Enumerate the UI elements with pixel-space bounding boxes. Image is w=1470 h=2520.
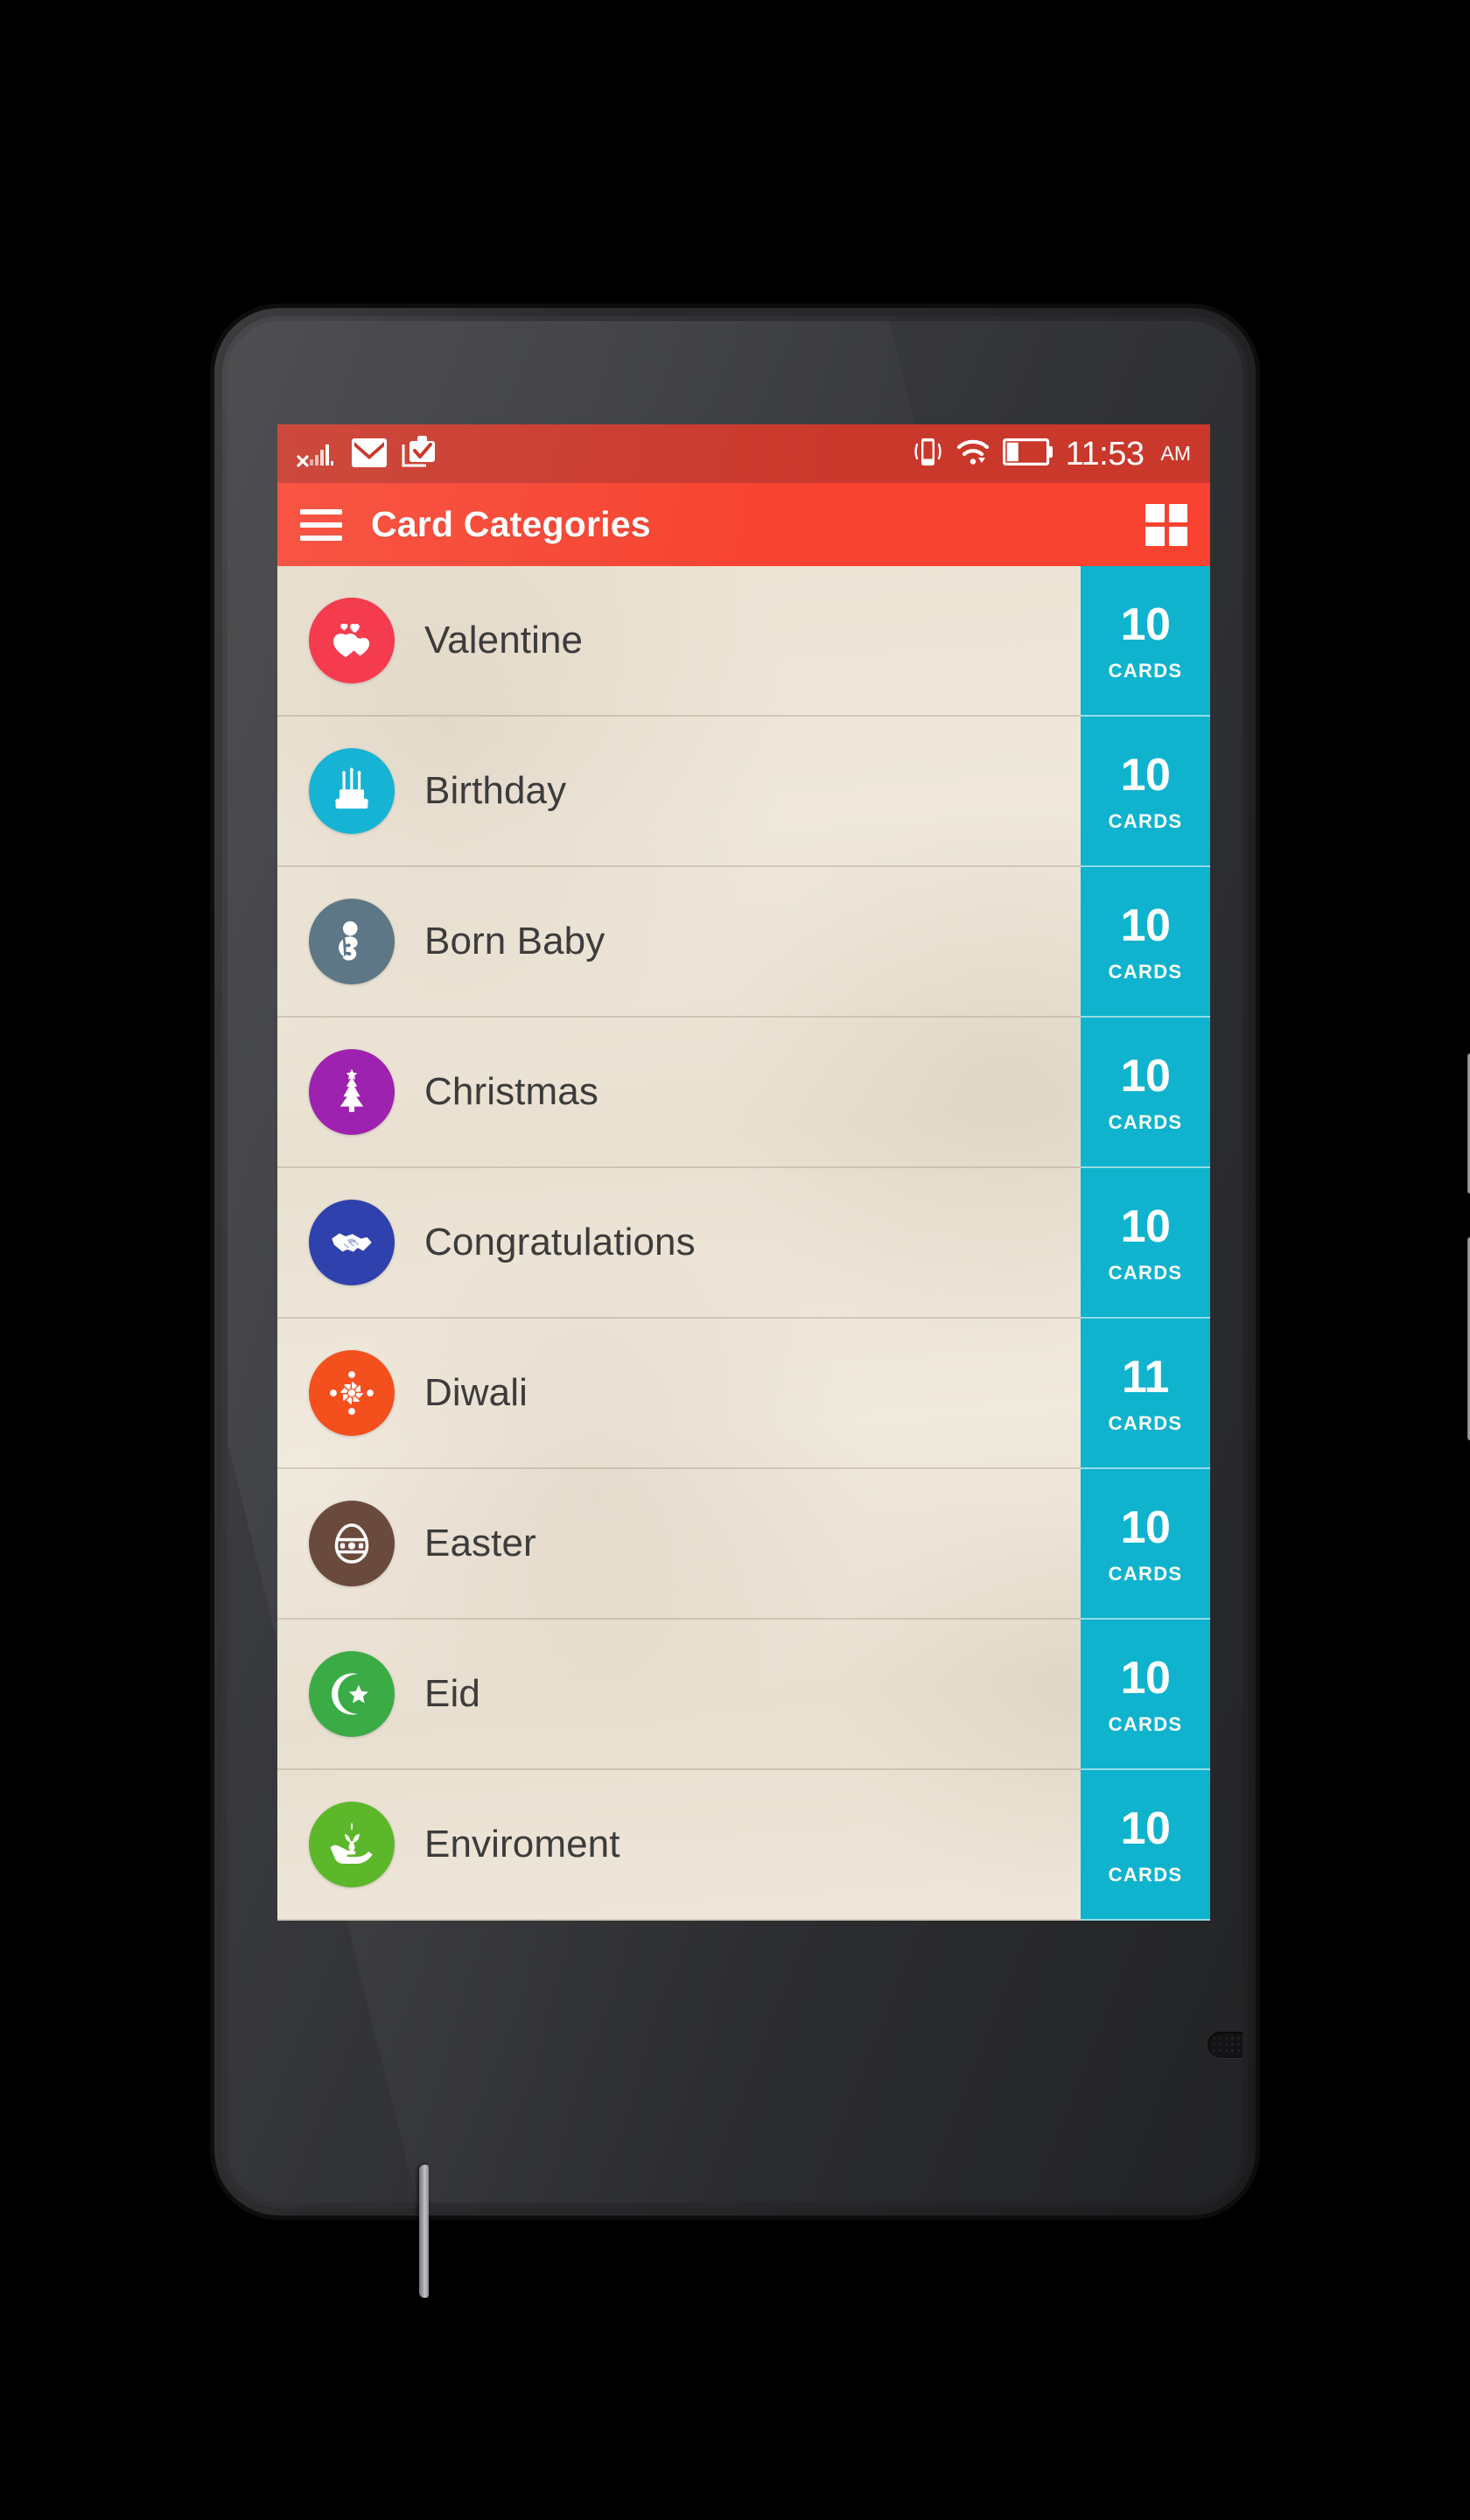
left-side-button[interactable] [419, 2165, 429, 2298]
list-item[interactable]: Valentine 10 CARDS [277, 566, 1210, 717]
card-count-unit: CARDS [1108, 1713, 1183, 1735]
card-count-value: 10 [1120, 1653, 1171, 1704]
card-count-badge: 10 CARDS [1081, 867, 1210, 1018]
list-item[interactable]: Born Baby 10 CARDS [277, 867, 1210, 1018]
card-count-unit: CARDS [1108, 961, 1183, 983]
list-item-main: Enviroment [277, 1770, 1081, 1919]
screenshot-root: 11:53 AM Card Categories Valentine 10 CA… [0, 0, 1470, 2520]
list-item-main: Birthday [277, 717, 1081, 865]
category-label: Easter [424, 1522, 536, 1564]
category-label: Birthday [424, 769, 567, 812]
handshake-icon [309, 1200, 395, 1285]
list-item-main: Congratulations [277, 1168, 1081, 1317]
status-bar-right-icons: 11:53 AM [912, 435, 1191, 472]
category-label: Diwali [424, 1371, 528, 1414]
list-item[interactable]: Easter 10 CARDS [277, 1469, 1210, 1620]
card-count-value: 10 [1120, 900, 1171, 951]
card-count-unit: CARDS [1108, 1563, 1183, 1585]
phone-device: 11:53 AM Card Categories Valentine 10 CA… [214, 308, 1470, 2298]
card-count-badge: 10 CARDS [1081, 717, 1210, 867]
grid-view-icon[interactable] [1145, 503, 1187, 546]
list-item-main: Valentine [277, 566, 1081, 715]
card-count-unit: CARDS [1108, 1864, 1183, 1886]
grid-cell [1145, 503, 1165, 522]
christmas-tree-icon [309, 1049, 395, 1135]
category-list: Valentine 10 CARDS Birthday 10 CARDS Born Baby… [277, 566, 1210, 1921]
card-count-value: 10 [1120, 1201, 1171, 1252]
card-count-badge: 10 CARDS [1081, 1018, 1210, 1168]
card-count-badge: 10 CARDS [1081, 1620, 1210, 1770]
baby-icon [309, 899, 395, 984]
hamburger-bar [300, 535, 342, 541]
clipboard-check-icon [402, 436, 437, 472]
card-count-unit: CARDS [1108, 660, 1183, 682]
card-count-value: 10 [1120, 599, 1171, 650]
vibrate-icon [912, 435, 943, 472]
card-count-badge: 10 CARDS [1081, 566, 1210, 717]
list-item[interactable]: Diwali 11 CARDS [277, 1319, 1210, 1469]
easter-egg-icon [309, 1501, 395, 1586]
no-sim-signal-icon [297, 436, 337, 472]
page-title: Card Categories [371, 504, 651, 544]
card-count-value: 10 [1120, 1803, 1171, 1854]
rangoli-icon [309, 1350, 395, 1436]
card-count-unit: CARDS [1108, 1111, 1183, 1133]
list-item-main: Born Baby [277, 867, 1081, 1016]
grid-cell [1145, 527, 1165, 546]
category-list-container[interactable]: Valentine 10 CARDS Birthday 10 CARDS Born Baby… [277, 566, 1210, 1921]
card-count-badge: 10 CARDS [1081, 1770, 1210, 1921]
grid-cell [1168, 527, 1187, 546]
list-item[interactable]: Christmas 10 CARDS [277, 1018, 1210, 1168]
list-item[interactable]: Congratulations 10 CARDS [277, 1168, 1210, 1319]
phone-bezel: 11:53 AM Card Categories Valentine 10 CA… [222, 316, 1248, 2208]
category-label: Eid [424, 1672, 480, 1715]
wifi-icon [956, 438, 990, 471]
card-count-value: 10 [1120, 1051, 1171, 1102]
battery-icon [1002, 438, 1054, 470]
crescent-star-icon [309, 1651, 395, 1737]
list-item-main: Christmas [277, 1018, 1081, 1166]
card-count-badge: 10 CARDS [1081, 1168, 1210, 1319]
category-label: Born Baby [424, 920, 606, 962]
hamburger-bar [300, 522, 342, 528]
bottom-speaker-icon [1208, 2032, 1242, 2058]
category-label: Valentine [424, 619, 584, 662]
card-count-unit: CARDS [1108, 810, 1183, 832]
status-bar-clock: 11:53 [1065, 435, 1144, 472]
category-label: Christmas [424, 1070, 598, 1113]
card-count-badge: 10 CARDS [1081, 1469, 1210, 1620]
card-count-unit: CARDS [1108, 1412, 1183, 1434]
list-item[interactable]: Birthday 10 CARDS [277, 717, 1210, 867]
card-count-unit: CARDS [1108, 1262, 1183, 1284]
list-item-main: Easter [277, 1469, 1081, 1618]
list-item[interactable]: Enviroment 10 CARDS [277, 1770, 1210, 1921]
card-count-value: 10 [1120, 1502, 1171, 1553]
category-label: Enviroment [424, 1823, 620, 1866]
category-label: Congratulations [424, 1221, 696, 1264]
hamburger-menu-icon[interactable] [300, 508, 342, 541]
status-bar: 11:53 AM [277, 424, 1210, 483]
hamburger-bar [300, 508, 342, 514]
grid-cell [1168, 503, 1187, 522]
card-count-value: 10 [1120, 750, 1171, 801]
birthday-cake-icon [309, 748, 395, 834]
status-bar-left-icons [297, 436, 437, 472]
gmail-icon [352, 438, 387, 472]
list-item-main: Diwali [277, 1319, 1081, 1467]
app-bar: Card Categories [277, 483, 1210, 566]
hand-plant-icon [309, 1802, 395, 1887]
status-bar-ampm: AM [1160, 442, 1192, 465]
card-count-value: 11 [1122, 1352, 1169, 1403]
card-count-badge: 11 CARDS [1081, 1319, 1210, 1469]
phone-screen: 11:53 AM Card Categories Valentine 10 CA… [277, 424, 1210, 1921]
hearts-icon [309, 598, 395, 683]
list-item[interactable]: Eid 10 CARDS [277, 1620, 1210, 1770]
phone-front-glass: 11:53 AM Card Categories Valentine 10 CA… [228, 321, 1242, 2202]
list-item-main: Eid [277, 1620, 1081, 1768]
